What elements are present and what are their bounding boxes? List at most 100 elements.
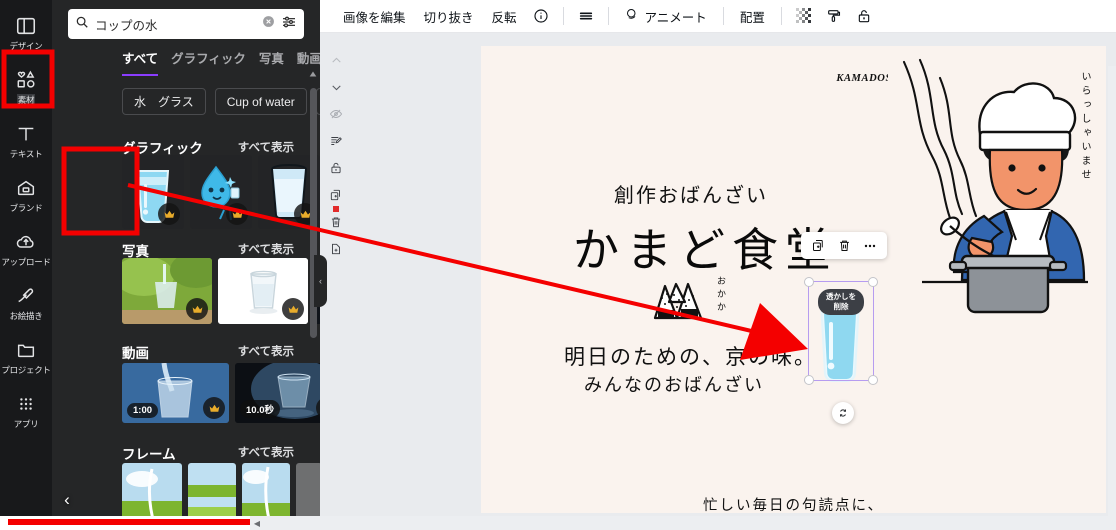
lock-icon[interactable] bbox=[324, 157, 348, 179]
sidebar-label-text: テキスト bbox=[9, 148, 43, 159]
resize-handle-bottom-left[interactable] bbox=[804, 375, 814, 385]
delete-indicator-dot bbox=[333, 206, 339, 212]
toolbar-divider bbox=[607, 7, 609, 25]
layout-icon bbox=[15, 15, 37, 37]
section-title-videos: 動画 bbox=[122, 346, 149, 361]
see-all-photos[interactable]: すべて表示 bbox=[238, 241, 294, 257]
video-result-2[interactable]: 10.0秒 bbox=[235, 363, 320, 423]
note-edit-icon[interactable] bbox=[324, 130, 348, 152]
resize-handle-bottom-right[interactable] bbox=[868, 375, 878, 385]
see-all-videos[interactable]: すべて表示 bbox=[238, 343, 294, 359]
eye-off-icon[interactable] bbox=[324, 103, 348, 125]
premium-badge bbox=[158, 203, 180, 225]
tab-photos[interactable]: 写真 bbox=[259, 48, 284, 74]
chef-greeting-text[interactable]: いらっしゃいませ bbox=[1077, 71, 1092, 183]
design-title-text[interactable]: かまど食堂 bbox=[573, 214, 838, 280]
resize-handle-top-right[interactable] bbox=[868, 277, 878, 287]
sidebar-item-brand[interactable]: ブランド bbox=[1, 168, 51, 222]
search-input-value: コップの水 bbox=[95, 18, 158, 33]
video-duration: 1:00 bbox=[127, 403, 159, 418]
search-input[interactable]: コップの水 bbox=[68, 9, 304, 39]
trash-icon[interactable] bbox=[832, 235, 856, 257]
delete-page-button[interactable] bbox=[324, 206, 348, 233]
unlock-icon[interactable] bbox=[849, 3, 879, 29]
edit-image-button[interactable]: 画像を編集 bbox=[334, 3, 415, 29]
position-button[interactable]: 配置 bbox=[731, 3, 774, 29]
flip-button[interactable]: 反転 bbox=[483, 3, 526, 29]
premium-badge bbox=[282, 298, 304, 320]
sidebar-item-elements[interactable]: 素材 bbox=[1, 60, 51, 114]
animate-button[interactable]: アニメート bbox=[616, 3, 716, 29]
design-bottom-line-1[interactable]: 忙しい毎日の句読点に、 bbox=[481, 494, 1106, 513]
sidebar-item-draw[interactable]: お絵描き bbox=[1, 276, 51, 330]
rotate-handle[interactable] bbox=[832, 402, 854, 424]
move-up-button[interactable] bbox=[324, 49, 348, 71]
sidebar-label-uploads: アップロード bbox=[1, 256, 51, 267]
panel-scroll-up-arrow[interactable] bbox=[308, 66, 318, 77]
sidebar-item-design[interactable]: デザイン bbox=[1, 6, 51, 60]
see-all-frames[interactable]: すべて表示 bbox=[238, 444, 294, 460]
selection-bounding-box[interactable]: 透かしを 削除 bbox=[804, 277, 878, 385]
video-result-1[interactable]: 1:00 bbox=[122, 363, 229, 423]
photo-result-2[interactable] bbox=[218, 258, 308, 324]
duplicate-icon[interactable] bbox=[324, 184, 348, 206]
info-circle-icon[interactable] bbox=[526, 3, 556, 29]
sidebar-item-apps[interactable]: アプリ bbox=[1, 384, 51, 438]
design-page[interactable]: KAMADOSHOKUDO 創作おばんざい かまど食堂 bbox=[481, 46, 1106, 513]
canvas-area: KAMADOSHOKUDO 創作おばんざい かまど食堂 bbox=[320, 33, 1116, 530]
see-all-graphics[interactable]: すべて表示 bbox=[238, 139, 294, 155]
sidebar-item-projects[interactable]: プロジェクト bbox=[1, 330, 51, 384]
crop-button[interactable]: 切り抜き bbox=[415, 3, 483, 29]
frame-result-3[interactable] bbox=[242, 463, 290, 523]
design-kicker-text[interactable]: 創作おばんざい bbox=[614, 179, 768, 208]
design-tagline-1[interactable]: 明日のための、京の味。 bbox=[564, 341, 817, 371]
upload-icon bbox=[15, 231, 37, 253]
ellipsis-icon[interactable] bbox=[858, 235, 882, 257]
paint-roller-icon[interactable] bbox=[819, 3, 849, 29]
remove-watermark-line1: 透かしを bbox=[826, 292, 856, 301]
related-search-chips: 水 グラス Cup of water 飲料水 › bbox=[122, 88, 320, 115]
onigiri-label[interactable]: おかか bbox=[715, 276, 728, 315]
scroll-left-arrow[interactable]: ◀ bbox=[250, 519, 264, 528]
frames-results-row bbox=[122, 463, 320, 523]
duplicate-icon[interactable] bbox=[806, 235, 830, 257]
animate-icon bbox=[625, 7, 640, 25]
tab-graphics[interactable]: グラフィック bbox=[171, 48, 246, 74]
tab-all[interactable]: すべて bbox=[122, 48, 159, 76]
photo-result-1[interactable] bbox=[122, 258, 212, 324]
horizontal-scrollbar[interactable]: ◀ bbox=[250, 516, 1116, 530]
resize-handle-top-left[interactable] bbox=[804, 277, 814, 287]
sidebar-item-uploads[interactable]: アップロード bbox=[1, 222, 51, 276]
elements-search-panel: コップの水 すべて グラフィック 写真 動画 図形 › bbox=[52, 0, 320, 530]
frame-result-1[interactable] bbox=[122, 463, 182, 523]
filter-sliders-icon[interactable] bbox=[281, 14, 297, 35]
design-tagline-2[interactable]: みんなのおばんざい bbox=[584, 371, 764, 397]
sidebar-label-brand: ブランド bbox=[9, 202, 43, 213]
sidebar-label-design: デザイン bbox=[9, 40, 43, 51]
panel-collapse-handle[interactable]: ‹ bbox=[314, 255, 327, 307]
chef-illustration[interactable] bbox=[888, 50, 1106, 332]
toolbar-divider bbox=[562, 7, 564, 25]
onigiri-illustration[interactable] bbox=[641, 274, 713, 326]
move-down-button[interactable] bbox=[324, 76, 348, 98]
chip-water-glass[interactable]: 水 グラス bbox=[122, 88, 206, 115]
clear-circle-icon[interactable] bbox=[262, 15, 275, 33]
elements-icon bbox=[15, 69, 37, 91]
chip-cup-of-water[interactable]: Cup of water bbox=[214, 88, 307, 115]
scroll-track[interactable] bbox=[264, 516, 1116, 530]
transparency-checker-icon[interactable] bbox=[789, 3, 819, 29]
frame-result-2[interactable] bbox=[188, 463, 236, 523]
remove-watermark-line2: 削除 bbox=[833, 302, 849, 311]
add-page-icon[interactable] bbox=[324, 238, 348, 260]
align-lines-icon[interactable] bbox=[571, 3, 601, 29]
folder-icon bbox=[15, 339, 37, 361]
brand-icon bbox=[15, 177, 37, 199]
graphic-result-2[interactable] bbox=[190, 155, 252, 229]
video-duration: 10.0秒 bbox=[240, 400, 280, 418]
bottom-left-strip bbox=[0, 516, 250, 530]
remove-watermark-badge[interactable]: 透かしを 削除 bbox=[818, 289, 864, 315]
animate-label: アニメート bbox=[644, 10, 707, 25]
graphic-result-1[interactable] bbox=[122, 155, 184, 229]
sidebar-item-text[interactable]: テキスト bbox=[1, 114, 51, 168]
frames-prev-arrow[interactable]: ‹ bbox=[56, 483, 78, 517]
